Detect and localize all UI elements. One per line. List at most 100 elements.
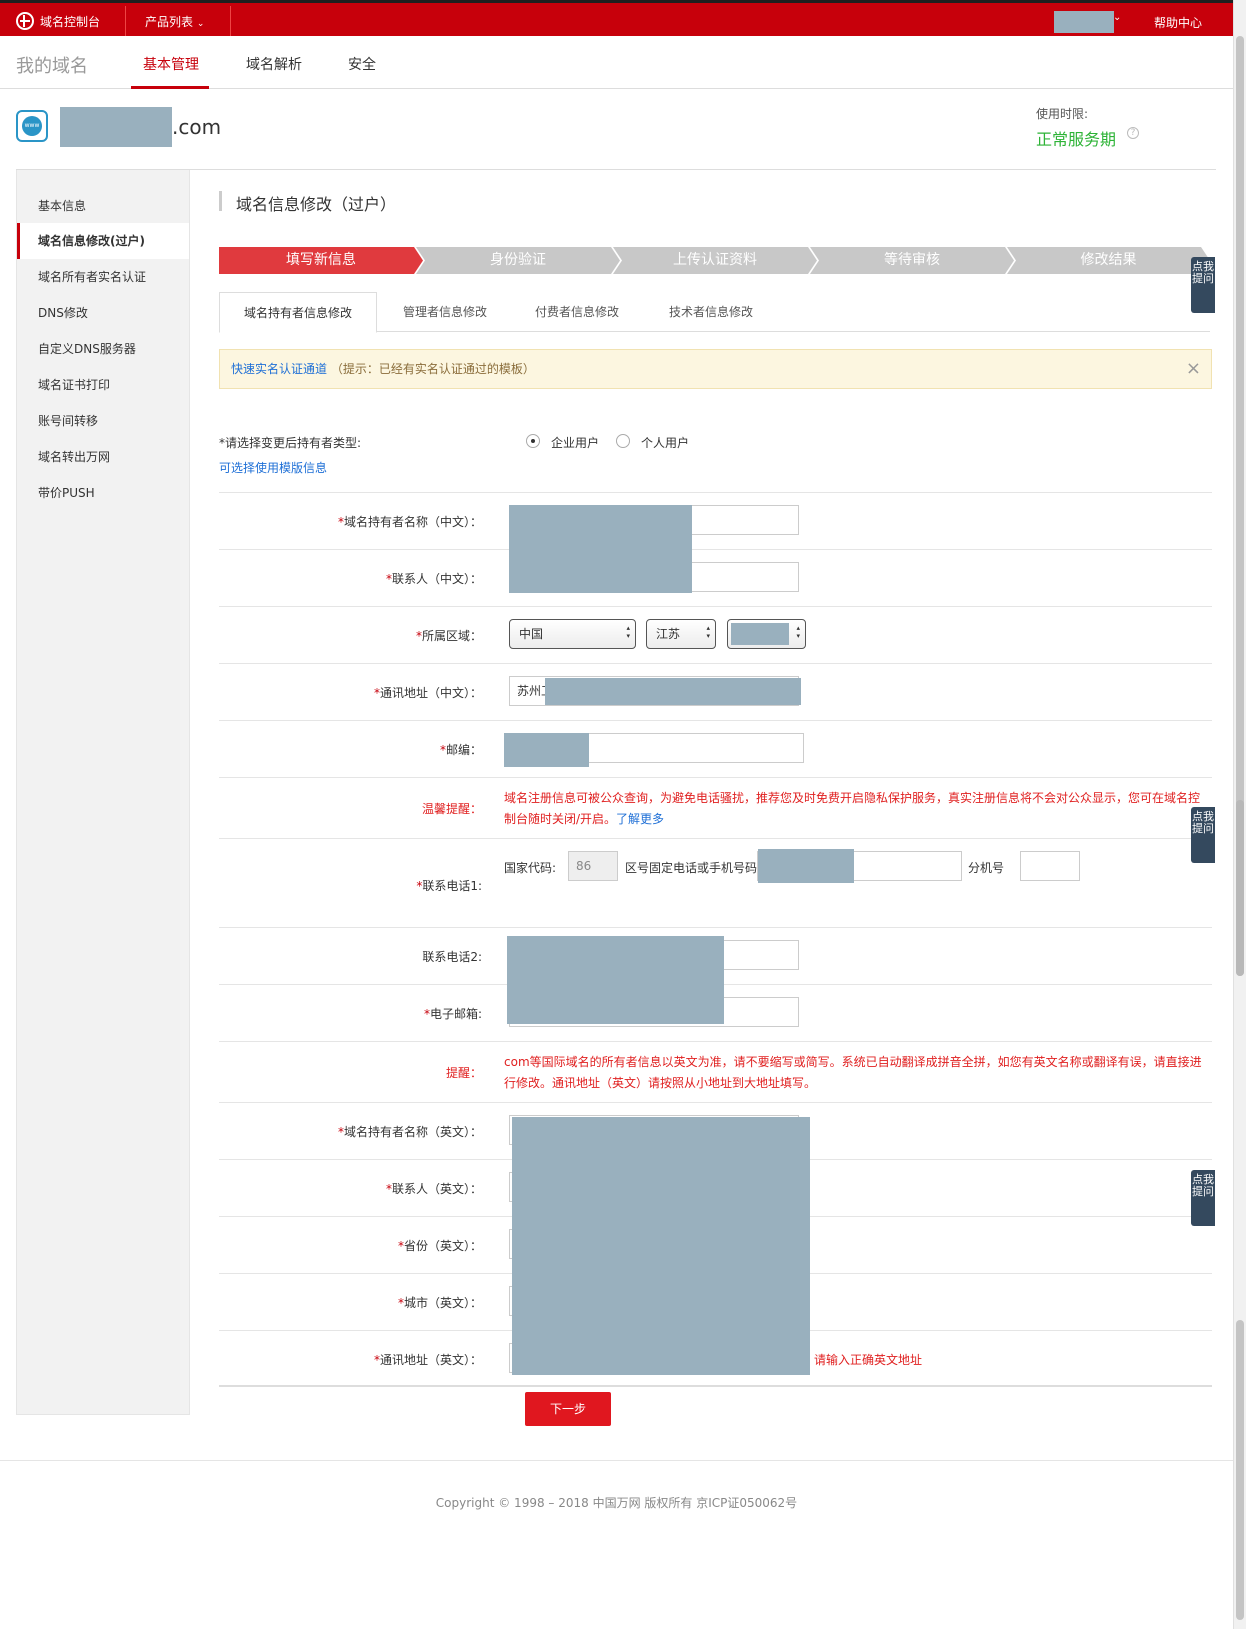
- title-bar-accent: [219, 191, 222, 211]
- sidebar-item-custom-dns[interactable]: 自定义DNS服务器: [17, 331, 189, 367]
- radio-enterprise-label[interactable]: 企业用户: [551, 434, 599, 451]
- radio-personal[interactable]: [616, 434, 630, 448]
- province-en-label: *省份（英文）：: [397, 1239, 482, 1253]
- user-account-redacted[interactable]: [1054, 11, 1114, 33]
- step-fill-info: 填写新信息: [219, 247, 423, 274]
- tab-basic-management[interactable]: 基本管理: [143, 54, 199, 74]
- chevron-down-icon[interactable]: ⌄: [1113, 12, 1121, 23]
- term-status: 正常服务期: [1036, 130, 1117, 149]
- domain-name-redacted: [60, 107, 172, 147]
- form-row: 提醒： com等国际域名的所有者信息以英文为准，请不要缩写或简写。系统已自动翻译…: [219, 1041, 1212, 1102]
- template-link[interactable]: 可选择使用模版信息: [219, 459, 327, 476]
- tab-security[interactable]: 安全: [348, 54, 376, 74]
- progress-steps: 填写新信息 身份验证 上传认证资料 等待审核 修改结果: [219, 247, 1210, 274]
- tab-tech-info[interactable]: 技术者信息修改: [653, 292, 769, 332]
- globe-icon: [16, 12, 34, 30]
- products-menu[interactable]: 产品列表 ⌄: [145, 13, 204, 30]
- tab-admin-info[interactable]: 管理者信息修改: [387, 292, 503, 332]
- step-upload: 上传认证资料: [613, 247, 817, 274]
- help-center-link[interactable]: 帮助中心: [1154, 14, 1202, 31]
- region-label: *所属区域：: [415, 629, 482, 643]
- privacy-tip: 域名注册信息可被公众查询，为避免电话骚扰，推荐您及时免费开启隐私保护服务，真实注…: [504, 791, 1201, 826]
- country-code-input[interactable]: 86: [568, 851, 618, 881]
- contact-en-label: *联系人（英文）：: [385, 1182, 482, 1196]
- notice-banner: 快速实名认证通道 （提示：已经有实名认证通过的模板） ×: [219, 349, 1212, 389]
- email-label: *电子邮箱:: [423, 1007, 482, 1021]
- subtabs: 域名持有者信息修改 管理者信息修改 付费者信息修改 技术者信息修改: [219, 292, 1210, 333]
- scrollbar-thumb[interactable]: [1236, 1320, 1244, 1620]
- country-select[interactable]: 中国: [509, 619, 636, 649]
- city-en-label: *城市（英文）：: [397, 1296, 482, 1310]
- quick-verify-link[interactable]: 快速实名认证通道: [231, 362, 327, 376]
- domain-suffix: .com: [172, 115, 222, 139]
- address-en-label: *通讯地址（英文）：: [373, 1353, 482, 1367]
- radio-personal-label[interactable]: 个人用户: [641, 434, 689, 451]
- console-logo[interactable]: 域名控制台: [16, 11, 100, 31]
- footer-divider: [0, 1460, 1233, 1461]
- top-bar: 域名控制台 产品列表 ⌄ ⌄ 帮助中心: [0, 0, 1233, 36]
- address-cn-label: *通讯地址（中文）：: [373, 686, 482, 700]
- sidebar-item-transfer-out[interactable]: 域名转出万网: [17, 439, 189, 475]
- term-label: 使用时限:: [1036, 107, 1089, 121]
- divider: [230, 6, 231, 36]
- www-icon: www: [16, 110, 48, 142]
- tab-dns-resolution[interactable]: 域名解析: [246, 54, 302, 74]
- ask-question-tab[interactable]: 点我提问: [1191, 1170, 1215, 1226]
- tip-label: 温馨提醒：: [421, 802, 482, 816]
- next-step-button[interactable]: 下一步: [525, 1392, 611, 1426]
- form-row: 温馨提醒： 域名注册信息可被公众查询，为避免电话骚扰，推荐您及时免费开启隐私保护…: [219, 777, 1212, 838]
- form-row: *域名持有者名称（中文）：: [219, 492, 1212, 549]
- sidebar-item-dns[interactable]: DNS修改: [17, 295, 189, 331]
- phone1-label: *联系电话1:: [416, 879, 482, 893]
- console-logo-label: 域名控制台: [40, 14, 101, 29]
- contact-cn-label: *联系人（中文）：: [385, 572, 482, 586]
- english-remind-text: com等国际域名的所有者信息以英文为准，请不要缩写或简写。系统已自动翻译成拼音全…: [504, 1055, 1202, 1090]
- main-nav: 我的域名 基本管理 域名解析 安全: [0, 36, 1233, 89]
- page-scrollbar[interactable]: [1233, 0, 1246, 1629]
- chevron-down-icon: ⌄: [196, 19, 205, 29]
- sidebar-item-push[interactable]: 带价PUSH: [17, 475, 189, 511]
- help-icon[interactable]: ?: [1127, 127, 1139, 139]
- province-select[interactable]: 江苏: [646, 619, 716, 649]
- redacted-block: [545, 678, 801, 705]
- phone-number-label: 区号固定电话或手机号码: [625, 861, 758, 875]
- form-row: *通讯地址（中文）： 苏州工: [219, 663, 1212, 720]
- redacted-block: [509, 505, 692, 593]
- redacted-block: [512, 1117, 810, 1375]
- close-icon[interactable]: ×: [1186, 350, 1201, 388]
- city-select[interactable]: [727, 619, 806, 649]
- holder-en-label: *域名持有者名称（英文）：: [337, 1125, 482, 1139]
- form-row: *邮编：: [219, 720, 1212, 777]
- sidebar-item-account-transfer[interactable]: 账号间转移: [17, 403, 189, 439]
- ask-question-tab[interactable]: 点我提问: [1191, 807, 1215, 863]
- step-identity: 身份验证: [416, 247, 620, 274]
- page-title: 域名信息修改（过户）: [236, 195, 397, 214]
- step-result: 修改结果: [1007, 247, 1210, 274]
- footer-copyright: Copyright © 1998 – 2018 中国万网 版权所有 京ICP证0…: [435, 1496, 798, 1510]
- phone2-label: 联系电话2:: [422, 950, 482, 964]
- redacted-block: [504, 733, 589, 767]
- radio-enterprise[interactable]: [526, 434, 540, 448]
- sidebar-item-basic-info[interactable]: 基本信息: [17, 188, 189, 224]
- country-code-label: 国家代码:: [504, 861, 557, 875]
- tab-billing-info[interactable]: 付费者信息修改: [519, 292, 635, 332]
- tab-holder-info[interactable]: 域名持有者信息修改: [219, 292, 377, 333]
- redacted-block: [507, 936, 724, 1024]
- scrollbar-thumb[interactable]: [1236, 800, 1244, 976]
- form-row: *联系人（中文）：: [219, 549, 1212, 606]
- sidebar-item-real-name[interactable]: 域名所有者实名认证: [17, 259, 189, 295]
- zip-label: *邮编：: [439, 743, 482, 757]
- sidebar: 基本信息 域名信息修改(过户) 域名所有者实名认证 DNS修改 自定义DNS服务…: [16, 170, 190, 1415]
- extension-label: 分机号: [968, 861, 1005, 875]
- ask-question-tab[interactable]: 点我提问: [1191, 257, 1215, 313]
- nav-title[interactable]: 我的域名: [16, 52, 88, 78]
- learn-more-link[interactable]: 了解更多: [616, 812, 664, 826]
- products-menu-label: 产品列表: [145, 15, 194, 29]
- address-en-error: 请输入正确英文地址: [814, 1353, 923, 1367]
- form-row: *联系电话1: 国家代码: 86 区号固定电话或手机号码 分机号: [219, 838, 1212, 927]
- domain-header: www .com 使用时限: 正常服务期 ?: [16, 105, 1216, 170]
- sidebar-item-certificate[interactable]: 域名证书打印: [17, 367, 189, 403]
- extension-input[interactable]: [1020, 851, 1080, 881]
- notice-text: （提示：已经有实名认证通过的模板）: [330, 362, 535, 376]
- sidebar-item-info-modify[interactable]: 域名信息修改(过户): [17, 223, 189, 259]
